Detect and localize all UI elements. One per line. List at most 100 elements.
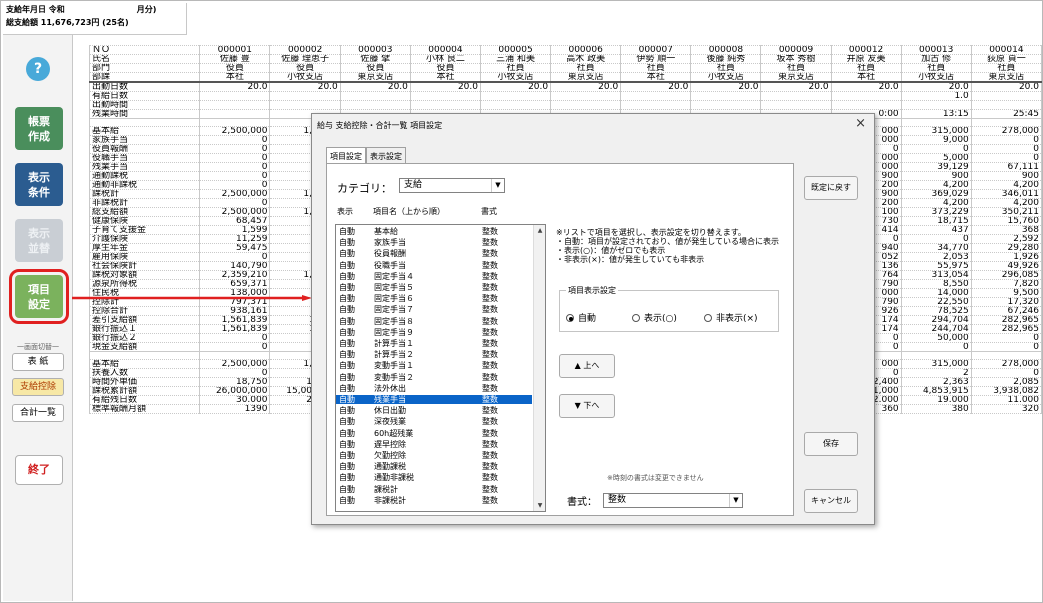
table-cell[interactable]: 437 — [900, 225, 972, 235]
table-cell[interactable]: 294,704 — [900, 315, 972, 325]
table-cell[interactable]: 荻原 貞一 — [970, 54, 1043, 64]
list-item[interactable]: 自動 計算手当１ 整数 — [336, 339, 532, 348]
display-order-button[interactable]: 表示 並替 — [15, 219, 63, 262]
table-cell[interactable] — [620, 100, 692, 110]
table-cell[interactable]: 0 — [199, 252, 271, 262]
table-cell[interactable]: 佐藤 理恵子 — [269, 54, 341, 64]
list-item[interactable]: 自動 固定手当７ 整数 — [336, 305, 532, 314]
list-item[interactable]: 自動 深夜残業 整数 — [336, 417, 532, 426]
table-cell[interactable]: 4,200 — [970, 180, 1043, 190]
table-cell[interactable] — [830, 100, 902, 110]
report-create-button[interactable]: 帳票 作成 — [15, 107, 63, 150]
list-item[interactable]: 自動 通勤課税 整数 — [336, 462, 532, 471]
total-list-button[interactable]: 合計一覧 — [12, 404, 64, 422]
table-cell[interactable]: 0 — [199, 171, 271, 181]
table-cell[interactable]: 0 — [199, 368, 271, 378]
table-cell[interactable]: 17,320 — [970, 297, 1043, 307]
list-item[interactable]: 自動 遅早控除 整数 — [336, 440, 532, 449]
table-cell[interactable]: 1390 — [199, 404, 271, 414]
table-cell[interactable]: 小牧支店 — [690, 72, 762, 83]
list-item[interactable]: 自動 非課税計 整数 — [336, 496, 532, 505]
table-cell[interactable]: 0 — [199, 135, 271, 145]
table-cell[interactable]: 59,475 — [199, 243, 271, 253]
table-cell[interactable] — [830, 91, 902, 101]
table-cell[interactable]: 本社 — [409, 72, 482, 83]
table-cell[interactable]: 社員 — [550, 63, 622, 73]
table-cell[interactable]: 11.000 — [970, 395, 1043, 405]
table-cell[interactable] — [970, 100, 1043, 110]
table-cell[interactable]: 役員 — [339, 63, 411, 73]
table-cell[interactable]: 18,715 — [900, 216, 972, 226]
table-cell[interactable]: 13:15 — [900, 109, 972, 119]
table-cell[interactable]: 20.0 — [479, 81, 552, 92]
table-cell[interactable]: 000013 — [900, 45, 972, 55]
table-cell[interactable]: 8,550 — [900, 279, 972, 289]
table-cell[interactable]: 0 — [970, 153, 1043, 163]
list-scrollbar[interactable]: ▲ ▼ — [533, 225, 545, 511]
table-cell[interactable]: 7,820 — [970, 279, 1043, 289]
table-cell[interactable]: 社員 — [479, 63, 552, 73]
list-item[interactable]: 自動 固定手当９ 整数 — [336, 328, 532, 337]
list-item[interactable]: 自動 固定手当４ 整数 — [336, 272, 532, 281]
table-cell[interactable]: 20.0 — [830, 81, 902, 92]
table-cell[interactable]: 29,280 — [970, 243, 1043, 253]
move-down-button[interactable]: ▼ 下へ — [559, 394, 615, 418]
table-cell[interactable]: 20.0 — [620, 81, 692, 92]
table-cell[interactable]: 社員 — [970, 63, 1043, 73]
list-item[interactable]: 自動 変動手当１ 整数 — [336, 361, 532, 370]
table-cell[interactable]: 20.0 — [409, 81, 482, 92]
table-cell[interactable]: 20.0 — [970, 81, 1043, 92]
table-cell[interactable] — [269, 100, 341, 110]
list-item[interactable]: 自動 休日出勤 整数 — [336, 406, 532, 415]
table-cell[interactable]: 350,211 — [970, 207, 1043, 217]
table-cell[interactable]: 20.0 — [760, 81, 832, 92]
table-cell[interactable]: 東京支店 — [550, 72, 622, 83]
item-list[interactable]: ▲ ▼ 自動 基本給 整数 自動 家族手当 整数 自動 役員報酬 整数 自動 役職手当 整数 自動 固定手… — [335, 224, 546, 512]
table-cell[interactable]: 4,853,915 — [900, 386, 972, 396]
table-cell[interactable]: 東京支店 — [970, 72, 1043, 83]
table-cell[interactable]: 282,965 — [970, 315, 1043, 325]
list-item[interactable]: 自動 残業手当 整数 — [336, 395, 532, 404]
table-cell[interactable]: 三浦 和美 — [479, 54, 552, 64]
table-cell[interactable]: 坂本 秀樹 — [760, 54, 832, 64]
table-cell[interactable]: 000001 — [199, 45, 271, 55]
help-icon[interactable]: ? — [26, 57, 50, 81]
table-cell[interactable]: 0 — [970, 333, 1043, 343]
table-cell[interactable]: 000004 — [409, 45, 482, 55]
scroll-down-icon[interactable]: ▼ — [534, 500, 545, 511]
table-cell[interactable]: 2,053 — [900, 252, 972, 262]
item-settings-button[interactable]: 項目 設定 — [9, 269, 69, 324]
table-cell[interactable]: 39,129 — [900, 162, 972, 172]
table-cell[interactable]: 20.0 — [690, 81, 762, 92]
cover-sheet-button[interactable]: 表 紙 — [12, 353, 64, 371]
table-cell[interactable]: 20.0 — [900, 81, 972, 92]
table-cell[interactable] — [199, 109, 271, 119]
table-cell[interactable]: 4,200 — [900, 198, 972, 208]
table-cell[interactable]: 2,359,210 — [199, 270, 271, 280]
table-cell[interactable] — [479, 100, 552, 110]
table-cell[interactable]: 高木 政美 — [550, 54, 622, 64]
table-cell[interactable] — [550, 100, 622, 110]
table-cell[interactable]: 55,975 — [900, 261, 972, 271]
list-item[interactable]: 自動 固定手当５ 整数 — [336, 283, 532, 292]
table-cell[interactable]: 0 — [900, 234, 972, 244]
table-cell[interactable]: 本社 — [830, 72, 902, 83]
table-cell[interactable]: 68,457 — [199, 216, 271, 226]
list-item[interactable]: 自動 固定手当８ 整数 — [336, 317, 532, 326]
table-cell[interactable]: 2 — [900, 368, 972, 378]
table-cell[interactable]: 0 — [900, 144, 972, 154]
table-cell[interactable]: 後藤 純秀 — [690, 54, 762, 64]
table-cell[interactable]: 0 — [199, 153, 271, 163]
table-cell[interactable]: 380 — [900, 404, 972, 414]
table-cell[interactable]: 78,525 — [900, 306, 972, 316]
table-cell[interactable]: 0 — [970, 342, 1043, 352]
table-cell[interactable] — [269, 91, 341, 101]
table-cell[interactable]: 14,000 — [900, 288, 972, 298]
table-cell[interactable] — [339, 100, 411, 110]
table-cell[interactable] — [900, 100, 972, 110]
list-item[interactable]: 自動 60h超残業 整数 — [336, 429, 532, 438]
list-item[interactable]: 自動 変動手当２ 整数 — [336, 373, 532, 382]
cancel-button[interactable]: キャンセル — [804, 489, 858, 513]
table-cell[interactable]: 0 — [199, 198, 271, 208]
restore-default-button[interactable]: 既定に戻す — [804, 176, 858, 200]
